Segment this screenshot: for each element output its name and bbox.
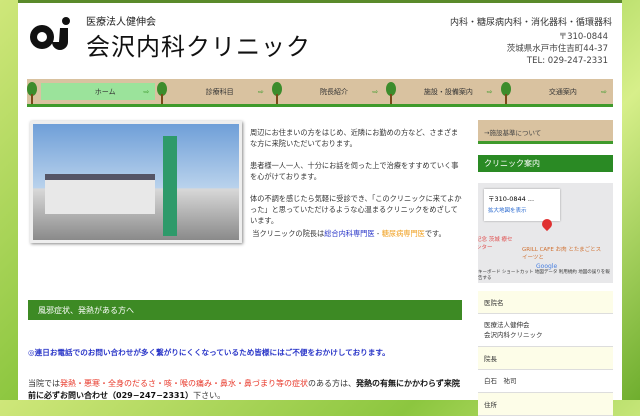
info-value: 白石 祐司 xyxy=(478,370,613,393)
link-diabetes[interactable]: 糖尿病専門医 xyxy=(382,229,425,238)
nav-label: 院長紹介 xyxy=(320,87,349,96)
intro-paragraph: 患者様一人一人、十分にお話を伺った上で治療をすすめていく事を心がけております。 xyxy=(250,161,459,181)
tree-icon xyxy=(500,82,511,104)
tree-icon xyxy=(157,82,168,104)
nav-director[interactable]: 院長紹介 ⇨ xyxy=(270,79,384,104)
tree-icon xyxy=(27,82,37,104)
building xyxy=(45,174,155,214)
arrow-icon: ⇨ xyxy=(257,87,264,96)
map-label: 記念 茨城 療センター xyxy=(478,237,513,251)
arrow-icon: ⇨ xyxy=(143,87,150,96)
clinic-info-table: 医院名 医療法人健伸会 会沢内科クリニック 院長 白石 祐司 住所 xyxy=(478,291,613,416)
nav-label: 施設・設備案内 xyxy=(423,87,473,96)
nav-label: 交通案内 xyxy=(548,87,577,96)
map-popup-title: 〒310-0844 ... xyxy=(488,195,535,203)
clinic-logo xyxy=(30,17,70,50)
map-popup: 〒310-0844 ... 拡大地図を表示 xyxy=(484,189,560,221)
tree-icon xyxy=(271,82,282,104)
separator: - xyxy=(374,229,382,238)
section-heading: 風邪症状、発熱がある方へ xyxy=(28,300,462,320)
notice-text: ◎連日お電話でのお問い合わせが多く繋がりにくくなっているため皆様にはご不便をおか… xyxy=(28,348,390,357)
address: 茨城県水戸市住吉町44-37 xyxy=(506,44,608,54)
tree-icon xyxy=(386,82,397,104)
symptoms: 発熱・悪寒・全身のだるさ・咳・喉の痛み・鼻水・鼻づまり等の症状 xyxy=(60,379,308,388)
enlarge-map-link[interactable]: 拡大地図を表示 xyxy=(488,206,556,214)
text: 下さい。 xyxy=(193,391,226,400)
nav-label: ホーム xyxy=(94,87,116,96)
info-header: 住所 xyxy=(478,393,613,416)
fever-instructions: 当院では発熱・悪寒・全身のだるさ・咳・喉の痛み・鼻水・鼻づまり等の症状のある方は… xyxy=(28,378,462,402)
intro-paragraph: 周辺にお住まいの方をはじめ、近隣にお勤めの方など、さまざまな方に来院いただいてお… xyxy=(250,128,459,148)
info-header: 院長 xyxy=(478,347,613,370)
text: 当院では xyxy=(28,379,60,388)
contact-info: 〒310-0844 茨城県水戸市住吉町44-37 TEL: 029-247-23… xyxy=(507,31,608,67)
nav-facilities[interactable]: 施設・設備案内 ⇨ xyxy=(384,79,498,104)
facility-standards-button[interactable]: →施設基準について xyxy=(478,120,613,144)
map-footer[interactable]: キーボード ショートカット 地図データ 利用規約 地図の誤りを報告する xyxy=(478,269,613,281)
org-name: 医療法人健伸会 xyxy=(86,17,156,28)
page: 医療法人健伸会 会沢内科クリニック 内科・糖尿病内科・消化器科・循環器科 〒31… xyxy=(18,0,622,416)
nav-access[interactable]: 交通案内 ⇨ xyxy=(499,79,613,104)
intro-paragraph: 当クリニックの院長は総合内科専門医 - 糖尿病専門医です。 xyxy=(250,228,462,239)
nav-label: 診療科目 xyxy=(205,87,234,96)
main-nav: ホーム ⇨ 診療科目 ⇨ 院長紹介 ⇨ 施設・設備案内 ⇨ 交通案内 ⇨ xyxy=(27,79,613,107)
clinic-photo xyxy=(30,121,242,243)
phone: TEL: 029-247-2331 xyxy=(526,56,608,66)
info-header: 医院名 xyxy=(478,291,613,314)
arrow-icon: ⇨ xyxy=(601,87,608,96)
intro-text: 周辺にお住まいの方をはじめ、近隣にお勤めの方など、さまざまな方に来院いただいてお… xyxy=(250,127,462,250)
postal-code: 〒310-0844 xyxy=(558,32,608,42)
map-embed[interactable]: 〒310-0844 ... 拡大地図を表示 記念 茨城 療センター GRILL C… xyxy=(478,183,613,283)
clinic-name[interactable]: 会沢内科クリニック xyxy=(86,27,311,62)
nav-departments[interactable]: 診療科目 ⇨ xyxy=(155,79,269,104)
text: のある方は、 xyxy=(308,379,356,388)
intro-paragraph: 体の不調を感じたら気軽に受診でき、「このクリニックに来てよかった」と思っていただ… xyxy=(250,194,462,225)
arrow-icon: ⇨ xyxy=(372,87,379,96)
arrow-icon: ⇨ xyxy=(486,87,493,96)
text: です。 xyxy=(424,229,446,238)
departments: 内科・糖尿病内科・消化器科・循環器科 xyxy=(449,18,612,28)
clinic-sign xyxy=(163,136,177,236)
info-value: 医療法人健伸会 会沢内科クリニック xyxy=(478,314,613,347)
map-label: GRILL CAFE お肉 とたまごとスイーツと xyxy=(522,247,602,261)
nav-home[interactable]: ホーム ⇨ xyxy=(27,82,156,104)
link-internal-medicine[interactable]: 総合内科専門医 xyxy=(324,229,374,238)
text: 当クリニックの院長は xyxy=(252,229,325,238)
clinic-info-heading: クリニック案内 xyxy=(478,155,613,172)
